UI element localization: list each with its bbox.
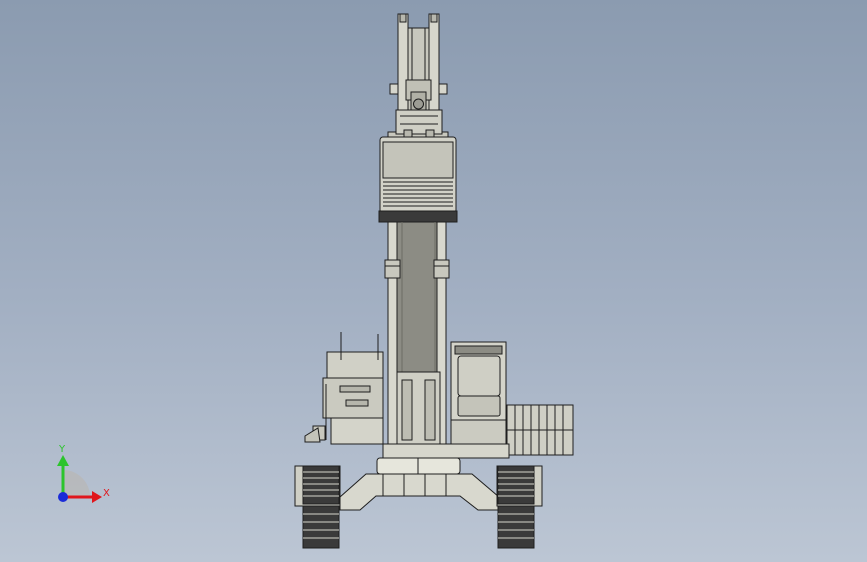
coordinate-triad: Y X (57, 444, 110, 503)
excavator-bucket (378, 136, 458, 223)
z-axis-dot (58, 492, 68, 502)
excavator-boom (396, 221, 441, 373)
graphics-viewport[interactable]: Y X (0, 0, 867, 562)
y-axis-label: Y (58, 444, 66, 455)
triad-arc-icon (63, 470, 90, 497)
right-track (496, 465, 543, 549)
swing-ring (376, 457, 461, 475)
left-machine-house (304, 332, 384, 445)
excavator-model-front-view[interactable]: Y X (0, 0, 867, 562)
left-track (294, 465, 341, 549)
excavator-stick (387, 13, 449, 145)
undercarriage (339, 473, 500, 511)
right-cage (506, 404, 574, 456)
operator-cab (450, 341, 507, 447)
x-axis-label: X (103, 488, 110, 499)
